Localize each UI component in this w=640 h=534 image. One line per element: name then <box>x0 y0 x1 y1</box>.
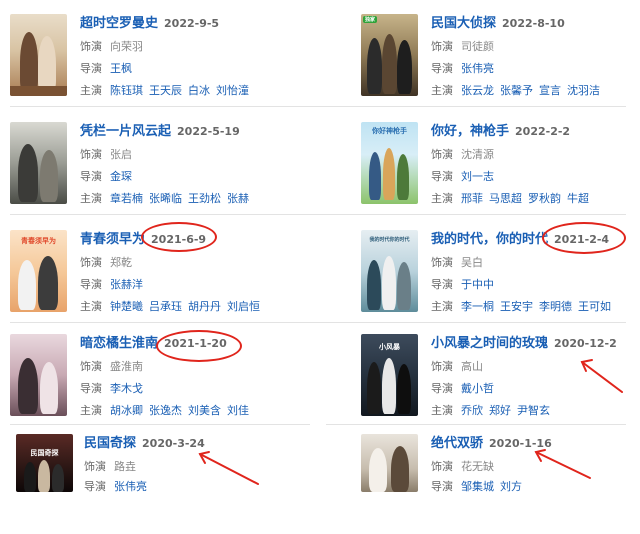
annotation-arrow <box>199 453 259 485</box>
annotation-arrow <box>535 451 591 479</box>
annotation-arrows <box>198 359 623 485</box>
annotation-arrow <box>581 361 623 393</box>
